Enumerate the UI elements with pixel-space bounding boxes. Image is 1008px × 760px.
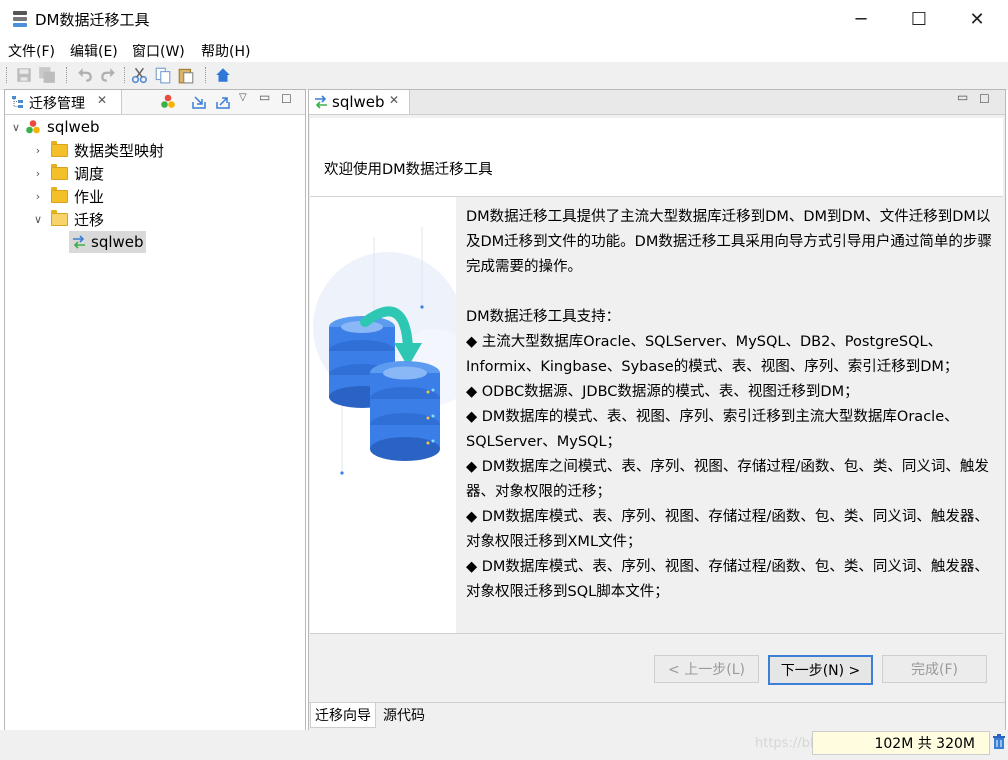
feature-item: ◆ DM数据库的模式、表、视图、序列、索引迁移到主流大型数据库Oracle、SQ… bbox=[466, 409, 959, 450]
minimize-view-icon[interactable]: ▭ bbox=[957, 90, 968, 104]
minimize-view-icon[interactable]: ▭ bbox=[259, 90, 270, 104]
memory-indicator: 102M 共 320M bbox=[812, 731, 990, 755]
editor-panel: sqlweb ✕ ▭ ☐ 欢迎使用DM数据迁移工具 DM数据迁移工具提供了主流大… bbox=[308, 89, 1006, 731]
tree-item-sqlweb-migration[interactable]: sqlweb bbox=[9, 231, 301, 253]
divider bbox=[310, 633, 1003, 634]
cut-icon[interactable] bbox=[131, 66, 149, 84]
content-scrollbar[interactable] bbox=[998, 197, 1004, 633]
undo-icon[interactable] bbox=[76, 66, 94, 84]
menu-file[interactable]: 文件(F) bbox=[8, 41, 55, 61]
copy-icon[interactable] bbox=[154, 66, 172, 84]
chevron-down-icon[interactable]: ∨ bbox=[9, 121, 23, 134]
folder-icon bbox=[51, 186, 68, 203]
feature-item: ◆ DM数据库模式、表、序列、视图、存储过程/函数、包、类、同义词、触发器、对象… bbox=[466, 509, 989, 550]
tree-item-job[interactable]: › 作业 bbox=[9, 185, 301, 207]
toolbar-separator bbox=[124, 67, 126, 83]
finish-button[interactable]: 完成(F) bbox=[882, 655, 987, 683]
description-paragraph: DM数据迁移工具提供了主流大型数据库迁移到DM、DM到DM、文件迁移到DM以及D… bbox=[466, 209, 992, 275]
back-button[interactable]: < 上一步(L) bbox=[654, 655, 759, 683]
wizard-content: DM数据迁移工具提供了主流大型数据库迁移到DM、DM到DM、文件迁移到DM以及D… bbox=[310, 197, 997, 633]
toolbar-separator bbox=[66, 67, 68, 83]
menu-bar: 文件(F) 编辑(E) 窗口(W) 帮助(H) bbox=[0, 38, 1008, 62]
maximize-view-icon[interactable]: ☐ bbox=[281, 92, 292, 106]
menu-window[interactable]: 窗口(W) bbox=[132, 41, 185, 61]
migration-tree: ∨ sqlweb › 数据类型映射 › 调度 › 作业 ∨ 迁移 sqlweb bbox=[9, 116, 301, 253]
toolbar bbox=[0, 62, 1008, 90]
tree-item-label: 迁移 bbox=[74, 210, 105, 229]
tab-label: sqlweb bbox=[332, 93, 385, 111]
import-icon[interactable] bbox=[191, 94, 207, 110]
folder-icon bbox=[51, 163, 68, 180]
tree-view-icon bbox=[12, 96, 23, 108]
tree-item-type-mapping[interactable]: › 数据类型映射 bbox=[9, 139, 301, 161]
feature-item: ◆ DM数据库模式、表、序列、视图、存储过程/函数、包、类、同义词、触发器、对象… bbox=[466, 559, 989, 600]
toolbar-separator bbox=[205, 67, 207, 83]
app-database-icon bbox=[13, 11, 27, 27]
folder-icon bbox=[51, 140, 68, 157]
menu-edit[interactable]: 编辑(E) bbox=[70, 41, 118, 61]
welcome-title: 欢迎使用DM数据迁移工具 bbox=[324, 162, 493, 178]
feature-item: ◆ 主流大型数据库Oracle、SQLServer、MySQL、DB2、Post… bbox=[466, 334, 959, 375]
next-button[interactable]: 下一步(N) > bbox=[768, 655, 873, 685]
welcome-header: 欢迎使用DM数据迁移工具 bbox=[310, 118, 1003, 197]
database-migration-illustration bbox=[313, 227, 456, 475]
tab-label: 迁移管理 bbox=[29, 96, 85, 112]
project-icon bbox=[26, 120, 40, 134]
left-panel-tabbar: 迁移管理 ✕ ▽ ▭ ☐ bbox=[5, 90, 305, 115]
tree-root-label: sqlweb bbox=[47, 118, 100, 136]
export-icon[interactable] bbox=[215, 94, 231, 110]
wizard-description: DM数据迁移工具提供了主流大型数据库迁移到DM、DM到DM、文件迁移到DM以及D… bbox=[466, 205, 996, 605]
tree-item-label: 作业 bbox=[74, 187, 105, 206]
editor-bottom-tabs: 迁移向导 源代码 bbox=[309, 702, 1005, 729]
minimize-button[interactable]: ─ bbox=[832, 0, 890, 38]
maximize-button[interactable]: ☐ bbox=[890, 0, 948, 38]
tab-source-code[interactable]: 源代码 bbox=[379, 703, 429, 727]
editor-tabbar: sqlweb ✕ ▭ ☐ bbox=[309, 90, 1005, 115]
tree-item-label: 调度 bbox=[74, 164, 105, 183]
illustration bbox=[310, 197, 456, 633]
tree-item-migration[interactable]: ∨ 迁移 bbox=[9, 208, 301, 230]
tree-item-schedule[interactable]: › 调度 bbox=[9, 162, 301, 184]
migrate-arrows-icon bbox=[315, 95, 327, 109]
tab-migration-management[interactable]: 迁移管理 ✕ bbox=[5, 90, 122, 114]
connect-icon[interactable] bbox=[160, 94, 176, 110]
chevron-right-icon[interactable]: › bbox=[31, 190, 45, 203]
chevron-right-icon[interactable]: › bbox=[31, 167, 45, 180]
tab-migration-wizard[interactable]: 迁移向导 bbox=[310, 703, 376, 728]
save-all-icon[interactable] bbox=[38, 66, 56, 84]
tree-root-sqlweb[interactable]: ∨ sqlweb bbox=[9, 116, 301, 138]
trash-icon[interactable] bbox=[992, 734, 1006, 750]
window-title: DM数据迁移工具 bbox=[35, 11, 150, 29]
tree-item-label: sqlweb bbox=[91, 233, 144, 251]
close-tab-icon[interactable]: ✕ bbox=[97, 93, 107, 107]
migration-management-panel: 迁移管理 ✕ ▽ ▭ ☐ ∨ sqlweb › 数据类型映射 › 调度 › 作业 bbox=[4, 89, 306, 731]
menu-help[interactable]: 帮助(H) bbox=[201, 41, 250, 61]
paste-icon[interactable] bbox=[177, 66, 195, 84]
redo-icon[interactable] bbox=[99, 66, 117, 84]
tree-item-label: 数据类型映射 bbox=[74, 141, 165, 160]
view-menu-icon[interactable]: ▽ bbox=[239, 92, 247, 103]
description-paragraph: DM数据迁移工具支持： bbox=[466, 309, 621, 325]
feature-item: ◆ DM数据库之间模式、表、序列、视图、存储过程/函数、包、类、同义词、触发器、… bbox=[466, 459, 989, 500]
chevron-down-icon[interactable]: ∨ bbox=[31, 213, 45, 226]
migrate-arrows-icon bbox=[73, 235, 85, 249]
title-bar: DM数据迁移工具 ─ ☐ ✕ bbox=[0, 0, 1008, 38]
home-icon[interactable] bbox=[214, 66, 232, 84]
toolbar-separator bbox=[6, 67, 8, 83]
close-tab-icon[interactable]: ✕ bbox=[389, 93, 399, 107]
tab-sqlweb[interactable]: sqlweb ✕ bbox=[309, 90, 410, 114]
close-button[interactable]: ✕ bbox=[948, 0, 1006, 38]
save-icon[interactable] bbox=[15, 66, 33, 84]
maximize-view-icon[interactable]: ☐ bbox=[979, 92, 990, 106]
open-folder-icon bbox=[51, 209, 68, 226]
chevron-right-icon[interactable]: › bbox=[31, 144, 45, 157]
feature-item: ◆ ODBC数据源、JDBC数据源的模式、表、视图迁移到DM； bbox=[466, 384, 859, 400]
